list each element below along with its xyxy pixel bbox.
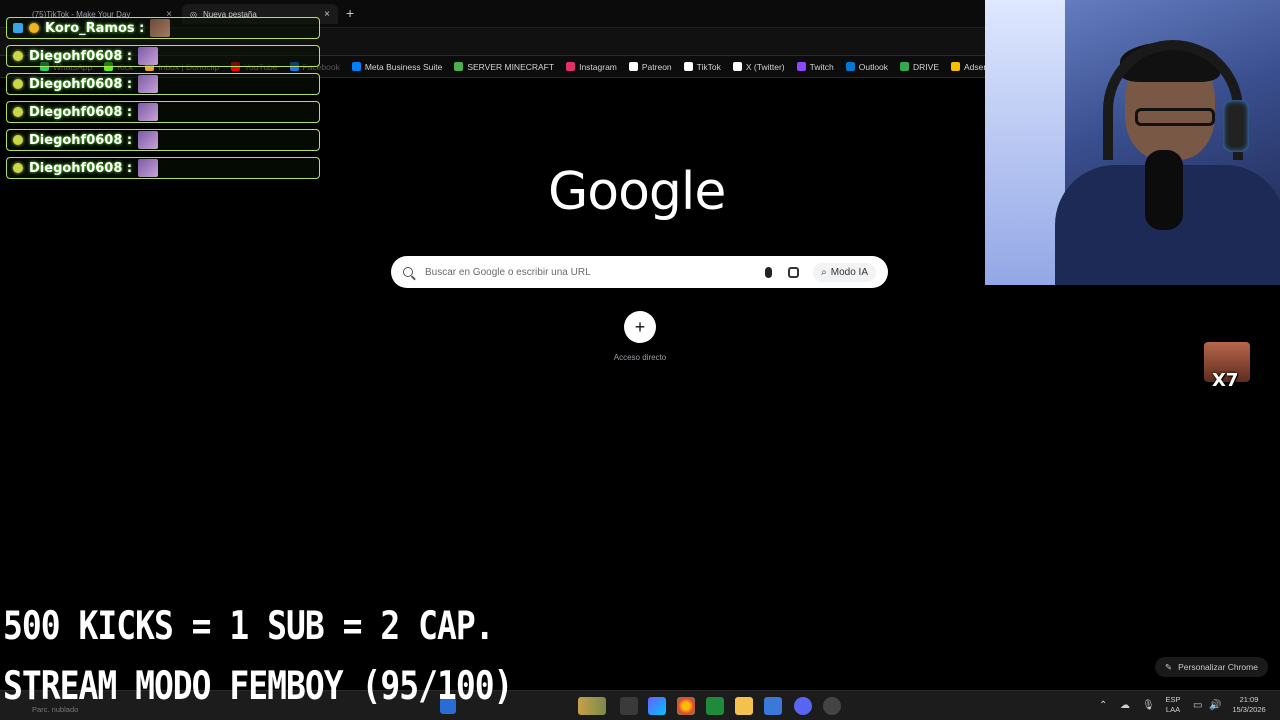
ai-mode-label: Modo IA	[830, 266, 868, 278]
chat-username: Diegohf0608 :	[29, 104, 133, 120]
add-shortcut-label: Acceso directo	[613, 353, 667, 362]
microphone-icon[interactable]	[765, 266, 773, 278]
ai-mode-button[interactable]: ⌕ Modo IA	[813, 262, 876, 282]
chat-message: Diegohf0608 :	[6, 45, 320, 67]
avatar	[138, 103, 159, 121]
bookmark-item[interactable]: TikTok	[678, 62, 727, 72]
badge-icon	[13, 23, 23, 33]
chat-username: Diegohf0608 :	[29, 160, 133, 176]
avatar	[150, 19, 171, 37]
search-input[interactable]	[425, 266, 766, 278]
bookmark-item[interactable]: SERVER MINECRAFT	[448, 62, 560, 72]
chat-message: Diegohf0608 :	[6, 101, 320, 123]
bookmark-favicon-icon	[351, 62, 361, 71]
badge-icon	[13, 135, 23, 145]
bookmark-item[interactable]: Patreon	[623, 62, 678, 72]
bookmark-item[interactable]: X (Twitter)	[727, 62, 791, 72]
bookmark-label: Instagram	[579, 61, 617, 72]
clock-date: 15/3/2026	[1232, 705, 1266, 714]
microphone-icon[interactable]: 🎙	[1142, 700, 1155, 711]
chat-username: Diegohf0608 :	[29, 132, 133, 148]
ai-search-icon: ⌕	[821, 266, 827, 278]
customize-label: Personalizar Chrome	[1178, 662, 1258, 672]
bookmark-favicon-icon	[951, 62, 961, 71]
webcam-overlay	[985, 0, 1280, 285]
bookmark-favicon-icon	[454, 62, 464, 71]
emote-count: X7	[1212, 370, 1239, 391]
discord-icon[interactable]	[794, 697, 812, 715]
chat-message: Koro_Ramos :	[6, 17, 320, 39]
chat-message: Diegohf0608 :	[6, 157, 320, 179]
display-icon[interactable]: ▭	[1193, 700, 1202, 711]
task-view-icon[interactable]	[620, 697, 638, 715]
clock[interactable]: 21:09 15/3/2026	[1226, 695, 1272, 715]
chat-username: Koro_Ramos :	[45, 20, 145, 36]
headset-cup	[1223, 100, 1249, 152]
chat-username: Diegohf0608 :	[29, 76, 133, 92]
search-icon	[403, 267, 413, 277]
new-tab-button[interactable]: +	[346, 5, 354, 21]
pencil-icon: ✎	[1165, 661, 1173, 672]
language-indicator[interactable]: ESP LAA	[1162, 695, 1184, 715]
bookmark-item[interactable]: Twitch	[791, 62, 840, 72]
bookmark-label: SERVER MINECRAFT	[467, 61, 555, 72]
bookmark-favicon-icon	[683, 62, 693, 71]
microphone	[1145, 150, 1183, 230]
chevron-up-icon[interactable]: ⌃	[1099, 700, 1107, 711]
folder-icon[interactable]	[735, 697, 753, 715]
bookmark-label: X (Twitter)	[745, 61, 785, 72]
cloud-icon[interactable]: ☁	[1120, 700, 1130, 711]
avatar	[138, 75, 159, 93]
copilot-icon[interactable]	[648, 697, 666, 715]
keyboard-layout: LAA	[1165, 705, 1181, 714]
chrome-icon[interactable]	[677, 697, 695, 715]
minecraft-icon[interactable]	[706, 697, 724, 715]
store-icon[interactable]	[764, 697, 782, 715]
close-icon[interactable]: ×	[324, 9, 330, 20]
clock-time: 21:09	[1239, 695, 1259, 704]
bookmark-item[interactable]: Instagram	[560, 62, 623, 72]
stream-goal-text: 500 KICKS = 1 SUB = 2 CAP.	[3, 602, 495, 649]
bookmark-favicon-icon	[845, 62, 855, 71]
stream-title-text: STREAM MODO FEMBOY (95/100)	[3, 662, 513, 709]
bookmark-label: Meta Business Suite	[364, 61, 443, 72]
webcam-background	[985, 0, 1065, 285]
bookmark-favicon-icon	[566, 62, 576, 71]
bookmark-favicon-icon	[732, 62, 742, 71]
avatar	[138, 131, 159, 149]
language-code: ESP	[1165, 695, 1181, 704]
badge-icon	[13, 51, 23, 61]
volume-icon[interactable]: 🔊	[1209, 700, 1221, 711]
chat-message: Diegohf0608 :	[6, 73, 320, 95]
avatar	[138, 47, 159, 65]
badge-icon	[13, 79, 23, 89]
bookmark-label: DRIVE	[913, 61, 940, 72]
bookmark-label: Twitch	[809, 61, 834, 72]
bookmark-label: Adsense	[964, 61, 985, 72]
bookmark-item[interactable]: Adsense	[945, 62, 985, 72]
bookmark-favicon-icon	[628, 62, 638, 71]
chat-username: Diegohf0608 :	[29, 48, 133, 64]
bookmark-item[interactable]: Outlook	[840, 62, 894, 72]
bookmark-item[interactable]: DRIVE	[894, 62, 945, 72]
badge-icon	[13, 107, 23, 117]
badge-icon	[13, 163, 23, 173]
google-lens-icon[interactable]	[788, 266, 800, 278]
avatar	[138, 159, 159, 177]
search-box[interactable]: ⌕ Modo IA	[391, 256, 888, 288]
add-shortcut-button[interactable]: +	[624, 311, 656, 343]
bookmark-favicon-icon	[796, 62, 806, 71]
chat-message: Diegohf0608 :	[6, 129, 320, 151]
bookmark-item[interactable]: Meta Business Suite	[346, 62, 448, 72]
settings-icon[interactable]	[823, 697, 841, 715]
bookmark-label: Outlook	[858, 61, 889, 72]
bookmark-label: Patreon	[641, 61, 672, 72]
bookmark-label: TikTok	[696, 61, 721, 72]
badge-icon	[29, 23, 39, 33]
bookmark-favicon-icon	[900, 62, 910, 71]
customize-chrome-button[interactable]: ✎ Personalizar Chrome	[1155, 657, 1268, 677]
google-logo: Google	[548, 162, 726, 222]
widget-icon[interactable]	[578, 697, 606, 715]
